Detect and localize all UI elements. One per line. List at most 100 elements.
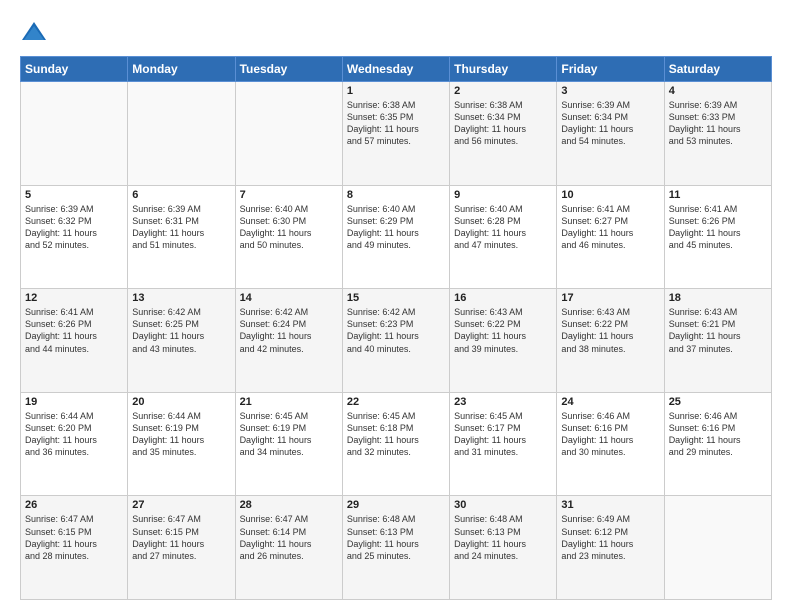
calendar-cell: 1Sunrise: 6:38 AM Sunset: 6:35 PM Daylig… <box>342 82 449 186</box>
calendar-cell: 19 Sunrise: 6:44 AM Sunset: 6:20 PM Dayli… <box>21 392 128 496</box>
calendar-header-tuesday: Tuesday <box>235 57 342 82</box>
calendar-cell <box>235 82 342 186</box>
calendar-cell: 30 Sunrise: 6:48 AM Sunset: 6:13 PM Dayli… <box>450 496 557 600</box>
calendar-cell: 13 Sunrise: 6:42 AM Sunset: 6:25 PM Dayli… <box>128 289 235 393</box>
day-number: 2 <box>454 85 552 97</box>
day-info: Sunrise: 6:39 AM Sunset: 6:32 PM Dayligh… <box>25 203 123 252</box>
calendar-week-5: 26 Sunrise: 6:47 AM Sunset: 6:15 PM Dayli… <box>21 496 772 600</box>
calendar-week-1: 1Sunrise: 6:38 AM Sunset: 6:35 PM Daylig… <box>21 82 772 186</box>
calendar-cell: 17Sunrise: 6:43 AM Sunset: 6:22 PM Dayli… <box>557 289 664 393</box>
calendar-header-sunday: Sunday <box>21 57 128 82</box>
day-info: Sunrise: 6:39 AM Sunset: 6:34 PM Dayligh… <box>561 99 659 148</box>
day-number: 12 <box>25 292 123 304</box>
day-number: 31 <box>561 499 659 511</box>
calendar-cell <box>128 82 235 186</box>
day-number: 7 <box>240 189 338 201</box>
day-number: 9 <box>454 189 552 201</box>
day-info: Sunrise: 6:41 AM Sunset: 6:27 PM Dayligh… <box>561 203 659 252</box>
day-info: Sunrise: 6:42 AM Sunset: 6:25 PM Dayligh… <box>132 306 230 355</box>
logo <box>20 18 52 46</box>
day-info: Sunrise: 6:48 AM Sunset: 6:13 PM Dayligh… <box>454 513 552 562</box>
calendar-header-saturday: Saturday <box>664 57 771 82</box>
day-info: Sunrise: 6:46 AM Sunset: 6:16 PM Dayligh… <box>669 410 767 459</box>
day-number: 26 <box>25 499 123 511</box>
calendar-header-wednesday: Wednesday <box>342 57 449 82</box>
calendar-cell: 9Sunrise: 6:40 AM Sunset: 6:28 PM Daylig… <box>450 185 557 289</box>
page: SundayMondayTuesdayWednesdayThursdayFrid… <box>0 0 792 612</box>
calendar-cell: 26 Sunrise: 6:47 AM Sunset: 6:15 PM Dayli… <box>21 496 128 600</box>
day-number: 6 <box>132 189 230 201</box>
day-info: Sunrise: 6:44 AM Sunset: 6:20 PM Dayligh… <box>25 410 123 459</box>
day-info: Sunrise: 6:45 AM Sunset: 6:19 PM Dayligh… <box>240 410 338 459</box>
calendar-table: SundayMondayTuesdayWednesdayThursdayFrid… <box>20 56 772 600</box>
calendar-cell: 10 Sunrise: 6:41 AM Sunset: 6:27 PM Dayli… <box>557 185 664 289</box>
calendar-cell: 22Sunrise: 6:45 AM Sunset: 6:18 PM Dayli… <box>342 392 449 496</box>
day-info: Sunrise: 6:43 AM Sunset: 6:22 PM Dayligh… <box>454 306 552 355</box>
day-number: 8 <box>347 189 445 201</box>
day-info: Sunrise: 6:39 AM Sunset: 6:33 PM Dayligh… <box>669 99 767 148</box>
day-number: 5 <box>25 189 123 201</box>
day-number: 13 <box>132 292 230 304</box>
day-number: 22 <box>347 396 445 408</box>
calendar-header-friday: Friday <box>557 57 664 82</box>
day-info: Sunrise: 6:47 AM Sunset: 6:15 PM Dayligh… <box>132 513 230 562</box>
calendar-cell: 16 Sunrise: 6:43 AM Sunset: 6:22 PM Dayli… <box>450 289 557 393</box>
day-number: 4 <box>669 85 767 97</box>
day-number: 3 <box>561 85 659 97</box>
day-number: 10 <box>561 189 659 201</box>
day-number: 11 <box>669 189 767 201</box>
calendar-cell: 4 Sunrise: 6:39 AM Sunset: 6:33 PM Daylig… <box>664 82 771 186</box>
day-number: 29 <box>347 499 445 511</box>
day-number: 27 <box>132 499 230 511</box>
logo-icon <box>20 18 48 46</box>
calendar-cell: 31 Sunrise: 6:49 AM Sunset: 6:12 PM Dayli… <box>557 496 664 600</box>
calendar-cell: 24Sunrise: 6:46 AM Sunset: 6:16 PM Dayli… <box>557 392 664 496</box>
day-number: 19 <box>25 396 123 408</box>
calendar-cell: 12 Sunrise: 6:41 AM Sunset: 6:26 PM Dayli… <box>21 289 128 393</box>
day-info: Sunrise: 6:39 AM Sunset: 6:31 PM Dayligh… <box>132 203 230 252</box>
calendar-cell: 15 Sunrise: 6:42 AM Sunset: 6:23 PM Dayli… <box>342 289 449 393</box>
calendar-cell: 3 Sunrise: 6:39 AM Sunset: 6:34 PM Daylig… <box>557 82 664 186</box>
day-info: Sunrise: 6:44 AM Sunset: 6:19 PM Dayligh… <box>132 410 230 459</box>
calendar-cell: 8 Sunrise: 6:40 AM Sunset: 6:29 PM Daylig… <box>342 185 449 289</box>
day-info: Sunrise: 6:46 AM Sunset: 6:16 PM Dayligh… <box>561 410 659 459</box>
header <box>20 18 772 46</box>
calendar-cell <box>664 496 771 600</box>
calendar-cell: 21 Sunrise: 6:45 AM Sunset: 6:19 PM Dayli… <box>235 392 342 496</box>
day-number: 30 <box>454 499 552 511</box>
calendar-header-row: SundayMondayTuesdayWednesdayThursdayFrid… <box>21 57 772 82</box>
calendar-header-thursday: Thursday <box>450 57 557 82</box>
day-info: Sunrise: 6:40 AM Sunset: 6:29 PM Dayligh… <box>347 203 445 252</box>
day-info: Sunrise: 6:40 AM Sunset: 6:30 PM Dayligh… <box>240 203 338 252</box>
day-info: Sunrise: 6:41 AM Sunset: 6:26 PM Dayligh… <box>25 306 123 355</box>
calendar-cell: 11 Sunrise: 6:41 AM Sunset: 6:26 PM Dayli… <box>664 185 771 289</box>
calendar-cell: 6 Sunrise: 6:39 AM Sunset: 6:31 PM Daylig… <box>128 185 235 289</box>
day-number: 28 <box>240 499 338 511</box>
day-info: Sunrise: 6:47 AM Sunset: 6:14 PM Dayligh… <box>240 513 338 562</box>
day-info: Sunrise: 6:38 AM Sunset: 6:34 PM Dayligh… <box>454 99 552 148</box>
day-number: 23 <box>454 396 552 408</box>
day-number: 18 <box>669 292 767 304</box>
calendar-cell: 5 Sunrise: 6:39 AM Sunset: 6:32 PM Daylig… <box>21 185 128 289</box>
calendar-header-monday: Monday <box>128 57 235 82</box>
day-number: 17 <box>561 292 659 304</box>
calendar-cell: 28 Sunrise: 6:47 AM Sunset: 6:14 PM Dayli… <box>235 496 342 600</box>
calendar-cell: 29Sunrise: 6:48 AM Sunset: 6:13 PM Dayli… <box>342 496 449 600</box>
day-info: Sunrise: 6:42 AM Sunset: 6:24 PM Dayligh… <box>240 306 338 355</box>
day-info: Sunrise: 6:45 AM Sunset: 6:17 PM Dayligh… <box>454 410 552 459</box>
day-number: 25 <box>669 396 767 408</box>
day-number: 15 <box>347 292 445 304</box>
calendar-cell: 18Sunrise: 6:43 AM Sunset: 6:21 PM Dayli… <box>664 289 771 393</box>
day-info: Sunrise: 6:47 AM Sunset: 6:15 PM Dayligh… <box>25 513 123 562</box>
calendar-cell: 23 Sunrise: 6:45 AM Sunset: 6:17 PM Dayli… <box>450 392 557 496</box>
day-info: Sunrise: 6:41 AM Sunset: 6:26 PM Dayligh… <box>669 203 767 252</box>
day-number: 14 <box>240 292 338 304</box>
day-number: 20 <box>132 396 230 408</box>
calendar-cell <box>21 82 128 186</box>
day-number: 21 <box>240 396 338 408</box>
day-info: Sunrise: 6:38 AM Sunset: 6:35 PM Dayligh… <box>347 99 445 148</box>
calendar-week-3: 12 Sunrise: 6:41 AM Sunset: 6:26 PM Dayli… <box>21 289 772 393</box>
day-info: Sunrise: 6:49 AM Sunset: 6:12 PM Dayligh… <box>561 513 659 562</box>
day-info: Sunrise: 6:42 AM Sunset: 6:23 PM Dayligh… <box>347 306 445 355</box>
day-number: 16 <box>454 292 552 304</box>
